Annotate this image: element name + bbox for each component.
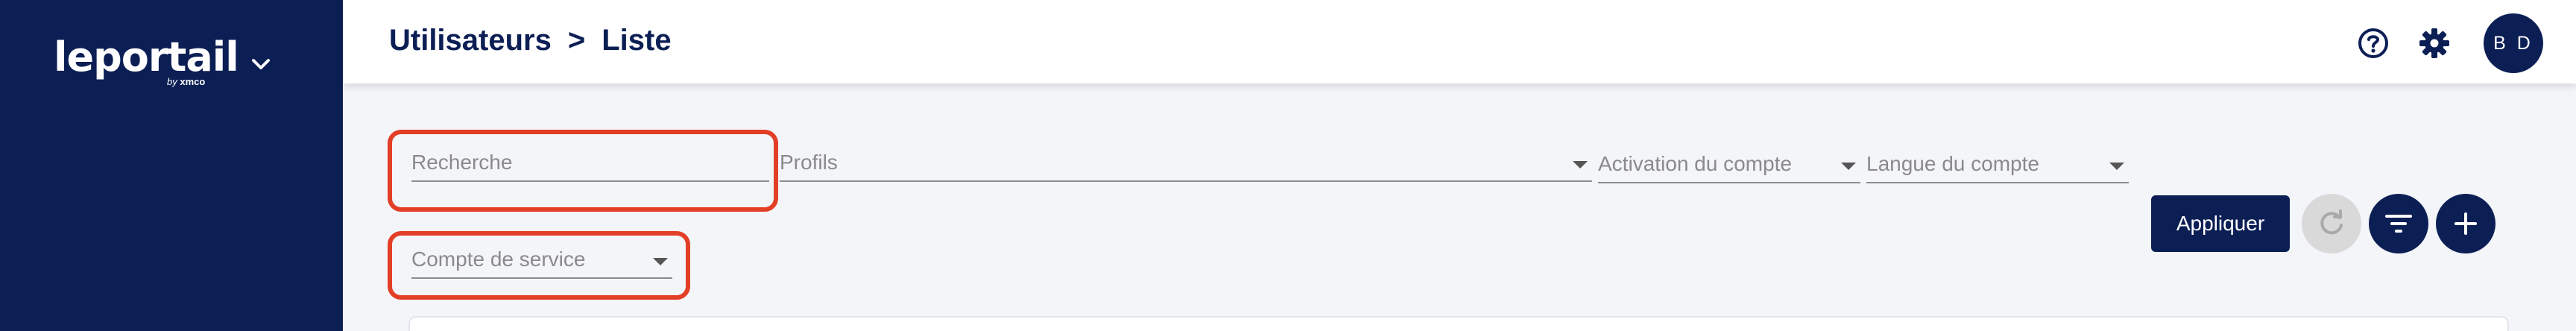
add-button[interactable]	[2436, 194, 2496, 253]
caret-down-icon	[1573, 161, 1588, 168]
brand-company: xmco	[180, 76, 206, 87]
results-card	[408, 316, 2509, 331]
help-circle-icon[interactable]	[2357, 27, 2390, 60]
activation-label: Activation du compte	[1598, 152, 1792, 175]
refresh-button[interactable]	[2302, 194, 2361, 253]
gear-icon[interactable]	[2418, 27, 2451, 60]
brand-name: leportail	[54, 34, 239, 81]
refresh-icon	[2320, 209, 2343, 235]
breadcrumb-separator: >	[567, 24, 586, 57]
sidebar: leportail by xmco	[0, 0, 343, 331]
profiles-label: Profils	[780, 151, 838, 174]
search-placeholder: Recherche	[411, 151, 513, 174]
brand-by: by	[167, 76, 177, 87]
language-select[interactable]: Langue du compte	[1866, 142, 2129, 183]
caret-down-icon	[2109, 163, 2124, 170]
breadcrumb-section[interactable]: Utilisateurs	[389, 24, 552, 57]
language-label: Langue du compte	[1866, 152, 2039, 175]
breadcrumb-current: Liste	[602, 24, 672, 57]
avatar[interactable]: B D	[2484, 13, 2543, 73]
top-header: Utilisateurs > Liste B D	[343, 0, 2576, 83]
caret-down-icon	[1841, 163, 1856, 170]
app-root: leportail by xmco Utilisateurs > Liste B…	[0, 0, 2576, 331]
profiles-select[interactable]: Profils	[780, 140, 1592, 182]
filter-button[interactable]	[2369, 194, 2428, 253]
search-input[interactable]: Recherche	[411, 140, 769, 182]
caret-down-icon	[653, 258, 668, 265]
plus-icon	[2455, 212, 2477, 235]
breadcrumb: Utilisateurs > Liste	[389, 24, 672, 57]
brand-logo[interactable]: leportail by xmco	[54, 34, 239, 88]
activation-select[interactable]: Activation du compte	[1598, 142, 1860, 183]
brand-tagline: by xmco	[167, 76, 205, 87]
filter-icon	[2385, 215, 2412, 233]
chevron-down-icon[interactable]	[246, 49, 276, 79]
apply-button[interactable]: Appliquer	[2151, 195, 2290, 252]
service-account-label: Compte de service	[411, 248, 586, 271]
service-account-select[interactable]: Compte de service	[411, 237, 672, 279]
